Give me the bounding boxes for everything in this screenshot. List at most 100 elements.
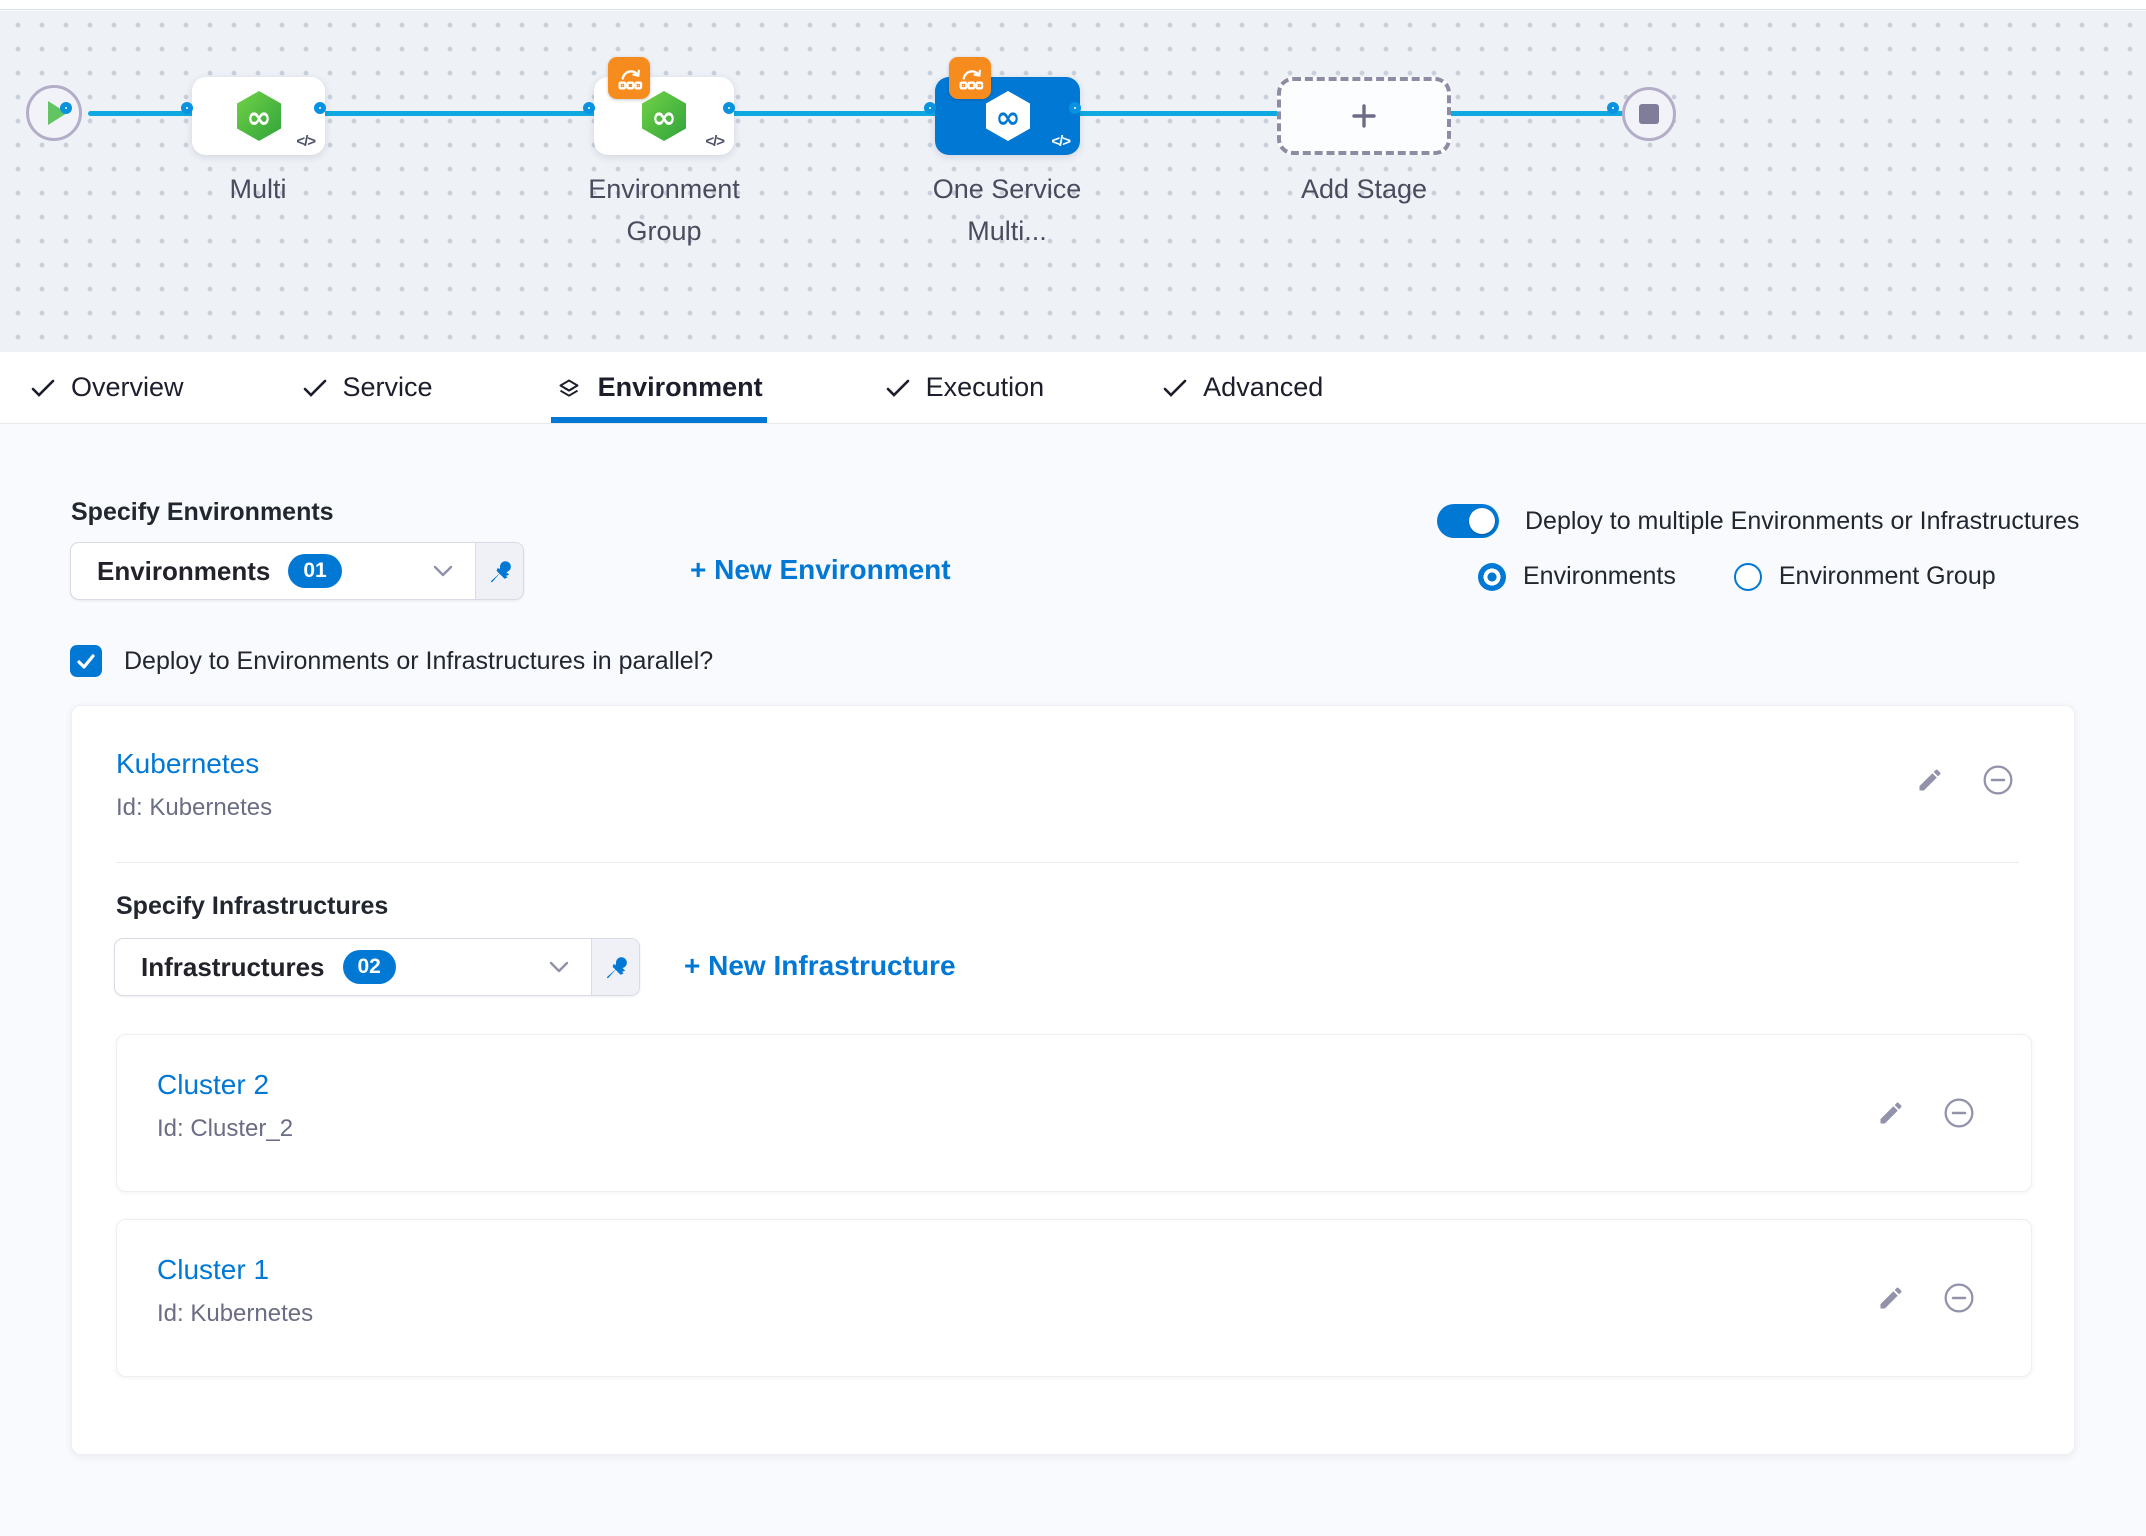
infrastructure-actions [1877,1282,1975,1314]
environment-actions [1916,764,2014,796]
pin-button[interactable] [475,543,523,599]
rolling-deployment-badge-icon [608,57,650,99]
card-divider [116,862,2019,863]
infrastructures-select-value: Infrastructures [141,952,325,983]
environments-select-value: Environments [97,556,270,587]
radio-label: Environments [1523,562,1676,591]
new-infrastructure-link[interactable]: + New Infrastructure [684,950,956,982]
tab-label: Advanced [1203,372,1323,403]
check-icon [1162,376,1188,400]
tab-label: Environment [598,372,763,403]
stage-label-one-service: One Service Multi... [897,169,1117,253]
check-icon [885,376,911,400]
rolling-deployment-badge-icon [949,57,991,99]
cd-stage-icon-selected [981,89,1035,143]
pin-icon [487,558,513,584]
new-environment-link[interactable]: + New Environment [690,554,951,586]
infrastructure-name-link[interactable]: Cluster 1 [157,1254,269,1286]
minus-circle-icon [1943,1282,1975,1314]
pipeline-studio-page: </> Multi </> Environment Group </> One … [0,0,2146,1536]
infrastructures-select[interactable]: Infrastructures 02 [114,938,640,996]
environment-layers-icon [555,377,583,399]
infrastructure-name-link[interactable]: Cluster 2 [157,1069,269,1101]
stage-node-environment-group[interactable]: </> [594,77,734,155]
infrastructures-select-field[interactable]: Infrastructures 02 [115,939,591,995]
check-icon [302,376,328,400]
pipeline-canvas[interactable]: </> Multi </> Environment Group </> One … [0,11,2146,352]
infrastructure-id: Id: Cluster_2 [157,1115,293,1143]
stage-node-one-service-selected[interactable]: </> [935,77,1080,155]
deploy-multiple-toggle-label: Deploy to multiple Environments or Infra… [1525,507,2079,536]
tab-overview[interactable]: Overview [30,352,184,423]
connector-port [1607,102,1619,114]
toggle-knob [1469,508,1495,534]
edit-infrastructure-button[interactable] [1877,1284,1905,1312]
tab-label: Execution [926,372,1045,403]
connector-port [1069,102,1081,114]
check-icon [30,376,56,400]
checkbox-check-icon [75,651,97,671]
minus-circle-icon [1982,764,2014,796]
cd-stage-icon [232,89,286,143]
environment-type-radio-group: Environments Environment Group [1478,562,1996,591]
environment-name-link[interactable]: Kubernetes [116,748,259,780]
edit-infrastructure-button[interactable] [1877,1099,1905,1127]
deploy-parallel-label: Deploy to Environments or Infrastructure… [124,647,713,676]
environment-tab-content: Specify Environments Environments 01 + N… [0,424,2146,1536]
chevron-down-icon [547,955,571,979]
specify-infrastructures-heading: Specify Infrastructures [116,892,388,921]
tab-label: Overview [71,372,184,403]
pencil-icon [1916,766,1944,794]
radio-environments[interactable]: Environments [1478,562,1676,591]
environments-select-field[interactable]: Environments 01 [71,543,475,599]
tab-service[interactable]: Service [302,352,433,423]
stage-node-multi[interactable]: </> [192,77,325,155]
deploy-multiple-toggle[interactable] [1437,504,1499,538]
canvas-top-strip [0,0,2146,10]
remove-infrastructure-button[interactable] [1943,1282,1975,1314]
stage-config-tabbar: Overview Service Environment Execution A… [0,352,2146,424]
deploy-parallel-checkbox[interactable] [70,645,102,677]
connector-port [583,102,595,114]
stop-icon [1639,104,1659,124]
connector-port [924,102,936,114]
connector-port [181,102,193,114]
chevron-down-icon [431,559,455,583]
specify-environments-heading: Specify Environments [71,498,334,527]
infrastructure-card: Cluster 1 Id: Kubernetes [116,1219,2032,1377]
edit-environment-button[interactable] [1916,766,1944,794]
radio-label: Environment Group [1779,562,1996,591]
environment-id: Id: Kubernetes [116,794,272,822]
deploy-multiple-toggle-row: Deploy to multiple Environments or Infra… [1437,504,2079,538]
connector-port [723,102,735,114]
remove-infrastructure-button[interactable] [1943,1097,1975,1129]
tab-execution[interactable]: Execution [885,352,1045,423]
infrastructure-id: Id: Kubernetes [157,1300,313,1328]
connector-port [314,102,326,114]
tab-label: Service [343,372,433,403]
environment-card: Kubernetes Id: Kubernetes Specify Infras… [71,705,2075,1455]
tab-environment[interactable]: Environment [551,352,767,423]
deploy-parallel-row: Deploy to Environments or Infrastructure… [70,645,713,677]
pipeline-end-node[interactable] [1622,87,1676,141]
pin-button[interactable] [591,939,639,995]
remove-environment-button[interactable] [1982,764,2014,796]
pipeline-start-node[interactable] [26,85,82,141]
code-icon: </> [705,133,724,150]
pencil-icon [1877,1099,1905,1127]
add-stage-label: Add Stage [1254,169,1474,211]
environments-count-badge: 01 [288,554,341,588]
radio-unchecked-icon[interactable] [1734,563,1762,591]
environments-select[interactable]: Environments 01 [70,542,524,600]
stage-label-multi: Multi [148,169,368,211]
infrastructures-count-badge: 02 [343,950,396,984]
infrastructure-card: Cluster 2 Id: Cluster_2 [116,1034,2032,1192]
code-icon: </> [1051,133,1070,150]
add-stage-button[interactable] [1277,77,1451,155]
radio-checked-icon[interactable] [1478,563,1506,591]
tab-advanced[interactable]: Advanced [1162,352,1323,423]
stage-label-environment-group: Environment Group [554,169,774,253]
radio-environment-group[interactable]: Environment Group [1734,562,1996,591]
minus-circle-icon [1943,1097,1975,1129]
pin-icon [603,954,629,980]
